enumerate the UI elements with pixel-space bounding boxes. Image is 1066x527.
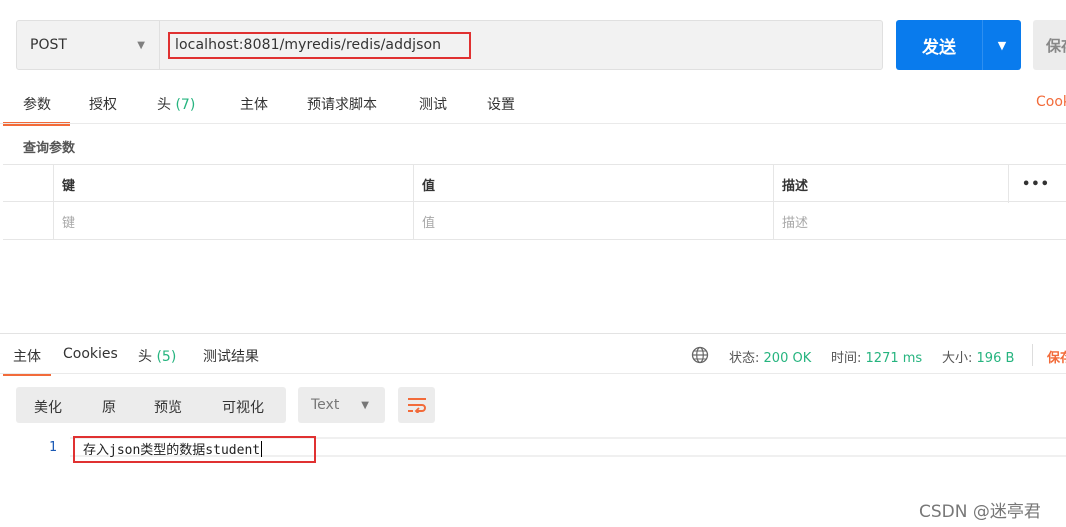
tab-params[interactable]: 参数 bbox=[3, 94, 70, 126]
tab-prerequest-script[interactable]: 预请求脚本 bbox=[307, 94, 377, 114]
caret-down-icon: ▼ bbox=[361, 399, 369, 411]
text-cursor bbox=[261, 441, 263, 457]
time-info: 时间: 1271 ms bbox=[831, 347, 922, 366]
response-body-text[interactable]: 存入json类型的数据student bbox=[83, 439, 263, 458]
size-label: 大小: bbox=[942, 351, 973, 366]
column-header-description: 描述 bbox=[773, 165, 1008, 203]
format-select[interactable]: Text ▼ bbox=[298, 387, 385, 423]
size-value[interactable]: 196 B bbox=[977, 351, 1015, 366]
send-button[interactable]: 发送 ▼ bbox=[896, 20, 1021, 70]
size-info: 大小: 196 B bbox=[942, 347, 1014, 366]
save-response-button[interactable]: 保存 bbox=[1047, 347, 1066, 366]
response-tab-body[interactable]: 主体 bbox=[3, 346, 51, 376]
response-tab-cookies[interactable]: Cookies bbox=[63, 346, 118, 362]
cookies-link[interactable]: Cookies bbox=[1036, 94, 1066, 110]
tab-headers[interactable]: 头 (7) bbox=[157, 94, 195, 114]
response-tab-test-results[interactable]: 测试结果 bbox=[203, 346, 259, 366]
request-bar: POST ▼ localhost:8081/myredis/redis/addj… bbox=[16, 20, 883, 70]
column-header-value: 值 bbox=[413, 165, 773, 203]
response-body-content: 存入json类型的数据student bbox=[83, 443, 261, 458]
status-info: 状态: 200 OK bbox=[729, 347, 811, 366]
tab-headers-label: 头 bbox=[157, 97, 171, 113]
tab-auth[interactable]: 授权 bbox=[89, 94, 117, 114]
line-number: 1 bbox=[49, 440, 57, 455]
params-input-row: 键 值 描述 bbox=[3, 202, 1066, 240]
send-dropdown-icon[interactable]: ▼ bbox=[983, 20, 1021, 70]
caret-down-icon: ▼ bbox=[137, 39, 145, 51]
watermark: CSDN @迷亭君 bbox=[919, 502, 1041, 522]
response-tab-headers-label: 头 bbox=[138, 349, 152, 365]
response-tab-headers[interactable]: 头 (5) bbox=[138, 346, 176, 366]
globe-icon[interactable] bbox=[691, 346, 709, 364]
save-button[interactable]: 保存 bbox=[1033, 20, 1066, 70]
format-label: Text bbox=[311, 397, 340, 413]
send-label[interactable]: 发送 bbox=[896, 20, 982, 70]
status-value[interactable]: 200 OK bbox=[764, 351, 812, 366]
params-table: 键 值 描述 ••• 键 值 描述 bbox=[3, 164, 1066, 240]
view-visualize-button[interactable]: 可视化 bbox=[222, 397, 264, 417]
column-header-key: 键 bbox=[53, 165, 413, 203]
method-select[interactable]: POST ▼ bbox=[17, 21, 160, 69]
url-field[interactable]: localhost:8081/myredis/redis/addjson bbox=[160, 21, 882, 69]
tab-settings[interactable]: 设置 bbox=[487, 94, 515, 114]
time-label: 时间: bbox=[831, 351, 862, 366]
wrap-lines-icon bbox=[407, 398, 426, 413]
view-mode-group: 美化 原 预览 可视化 bbox=[16, 387, 286, 423]
query-params-title: 查询参数 bbox=[23, 141, 76, 156]
method-label: POST bbox=[30, 37, 67, 53]
response-divider bbox=[0, 333, 1066, 334]
wrap-lines-button[interactable] bbox=[398, 387, 435, 423]
status-label: 状态: bbox=[729, 351, 760, 366]
value-input[interactable]: 值 bbox=[413, 202, 773, 240]
view-raw-button[interactable]: 原 bbox=[102, 397, 116, 417]
url-input[interactable]: localhost:8081/myredis/redis/addjson bbox=[168, 31, 472, 59]
request-tabs: 参数 授权 头 (7) 主体 预请求脚本 测试 设置 Cookies bbox=[0, 86, 1066, 126]
response-tabs-divider bbox=[0, 373, 1066, 374]
description-input[interactable]: 描述 bbox=[773, 202, 1008, 240]
view-pretty-button[interactable]: 美化 bbox=[34, 397, 62, 417]
more-options-icon[interactable]: ••• bbox=[1008, 165, 1066, 203]
time-value[interactable]: 1271 ms bbox=[866, 351, 923, 366]
tab-body[interactable]: 主体 bbox=[240, 94, 268, 114]
params-header-row: 键 值 描述 ••• bbox=[3, 164, 1066, 203]
view-preview-button[interactable]: 预览 bbox=[154, 397, 182, 417]
tabs-divider bbox=[0, 123, 1066, 124]
key-input[interactable]: 键 bbox=[53, 202, 413, 240]
tab-tests[interactable]: 测试 bbox=[419, 94, 447, 114]
status-divider bbox=[1032, 344, 1033, 366]
headers-count: (7) bbox=[175, 97, 196, 113]
response-headers-count: (5) bbox=[156, 349, 177, 365]
